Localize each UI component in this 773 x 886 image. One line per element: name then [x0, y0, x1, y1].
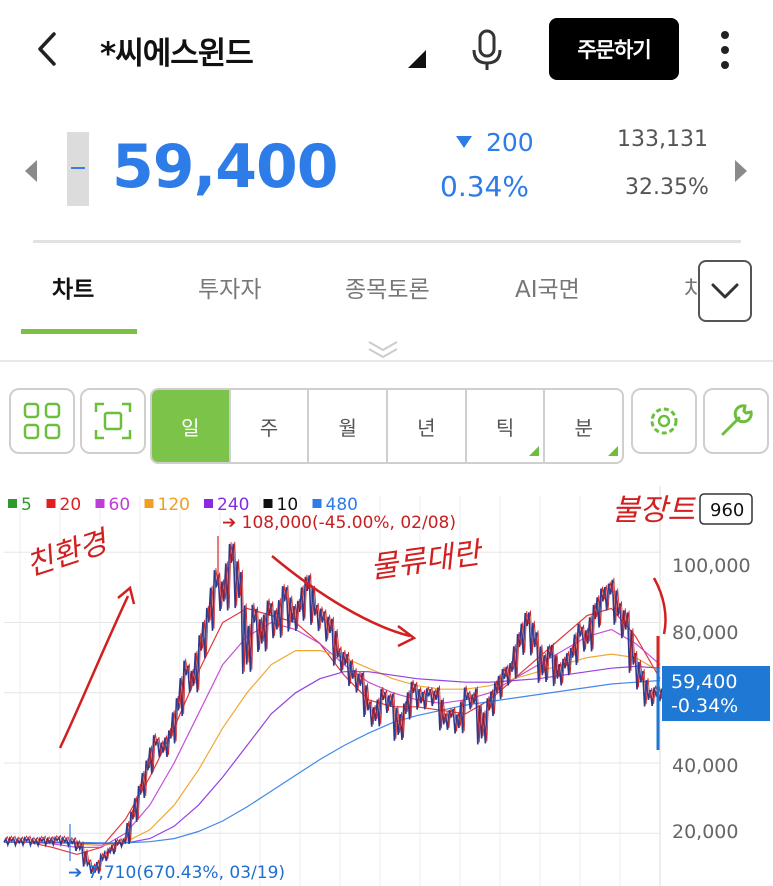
- period-day[interactable]: 일: [152, 390, 231, 462]
- more-options-button[interactable]: [714, 28, 736, 72]
- stock-dropdown-caret-icon[interactable]: [408, 50, 426, 68]
- period-week[interactable]: 주: [231, 390, 310, 462]
- current-value-label: 59,400: [671, 671, 737, 693]
- period-minute[interactable]: 분: [545, 390, 622, 462]
- tab-discussion[interactable]: 종목토론: [345, 270, 430, 304]
- handwritten-note: 친환경: [22, 524, 115, 584]
- legend-label: 240: [217, 495, 249, 515]
- moving-average-line-480: [4, 679, 661, 844]
- trade-volume: 133,131: [617, 127, 708, 152]
- legend-swatch: [95, 499, 105, 508]
- fullscreen-button[interactable]: [80, 388, 146, 454]
- tab-investors[interactable]: 투자자: [198, 270, 261, 304]
- handwritten-note: 불장트: [612, 493, 696, 528]
- handwritten-note: 물류대란: [368, 535, 486, 585]
- period-tick-label: 틱: [495, 415, 515, 440]
- legend-label: 5: [21, 495, 32, 515]
- current-change-label: -0.34%: [671, 695, 738, 717]
- legend-swatch: [204, 499, 213, 508]
- wrench-icon: [721, 404, 753, 436]
- next-stock-arrow-icon[interactable]: [735, 160, 747, 182]
- y-tick-label: 100,000: [672, 555, 751, 577]
- microphone-button[interactable]: [470, 28, 504, 72]
- legend-label: 480: [326, 495, 358, 515]
- handwritten-arrow: [58, 595, 130, 749]
- section-divider: [0, 360, 773, 362]
- y-tick-label: 40,000: [672, 755, 738, 777]
- chevron-left-icon: [38, 32, 56, 66]
- legend-label: 120: [158, 495, 190, 515]
- chart-settings-button[interactable]: [631, 388, 697, 454]
- current-price: 59,400: [112, 132, 339, 202]
- y-tick-label: 80,000: [672, 622, 738, 644]
- legend-swatch: [144, 499, 154, 508]
- chevron-down-icon: [711, 283, 739, 299]
- max-annotation: ➔ 108,000(-45.00%, 02/08): [222, 513, 456, 533]
- legend-swatch: [8, 499, 17, 508]
- mini-price-indicator: [67, 132, 89, 206]
- order-button[interactable]: 주문하기: [549, 18, 679, 80]
- grid-icon: [23, 402, 61, 440]
- period-selector: 일 주 월 년 틱 분: [150, 388, 624, 464]
- period-minute-label: 분: [574, 415, 593, 440]
- fullscreen-icon: [94, 402, 132, 440]
- tab-ai-phase[interactable]: AI국면: [515, 270, 580, 304]
- expand-tabs-button[interactable]: [698, 260, 752, 322]
- price-change-percent: 0.34%: [440, 170, 529, 203]
- tab-chart[interactable]: 차트: [52, 270, 94, 304]
- divider: [33, 240, 741, 243]
- top-right-label: 960: [710, 500, 744, 521]
- price-change: 200: [486, 128, 534, 157]
- period-month[interactable]: 월: [309, 390, 389, 462]
- stock-chart[interactable]: 5 20 60 120 240 10 480 100,000 80,000 40,000 20,0…: [0, 486, 773, 886]
- legend-swatch: [46, 499, 56, 508]
- volume-ratio: 32.35%: [625, 175, 709, 200]
- period-year[interactable]: 년: [388, 390, 467, 462]
- moving-average-line-20: [4, 607, 661, 856]
- legend-swatch: [312, 499, 322, 508]
- down-triangle-icon: [456, 136, 472, 148]
- collapse-handle-icon[interactable]: [363, 338, 403, 360]
- price-candles: [3, 543, 663, 874]
- active-tab-underline: [21, 329, 137, 334]
- gear-icon: [650, 407, 678, 435]
- submenu-corner-icon: [608, 446, 619, 456]
- tools-button[interactable]: [703, 388, 769, 454]
- microphone-icon: [472, 29, 502, 70]
- moving-average-line-60: [4, 621, 661, 848]
- min-annotation: ➔ 7,710(670.43%, 03/19): [68, 863, 285, 883]
- price-candles-up: [5, 541, 664, 872]
- y-tick-label: 20,000: [672, 821, 738, 843]
- grid-layout-button[interactable]: [9, 388, 75, 454]
- period-tick[interactable]: 틱: [467, 390, 546, 462]
- previous-stock-arrow-icon[interactable]: [25, 160, 37, 182]
- legend-swatch: [263, 499, 273, 508]
- back-button[interactable]: [30, 26, 66, 72]
- legend-label: 20: [60, 495, 82, 515]
- submenu-corner-icon: [529, 446, 540, 456]
- stock-title[interactable]: *씨에스윈드: [100, 28, 254, 73]
- legend-label: 10: [277, 495, 299, 515]
- legend-label: 60: [109, 495, 131, 515]
